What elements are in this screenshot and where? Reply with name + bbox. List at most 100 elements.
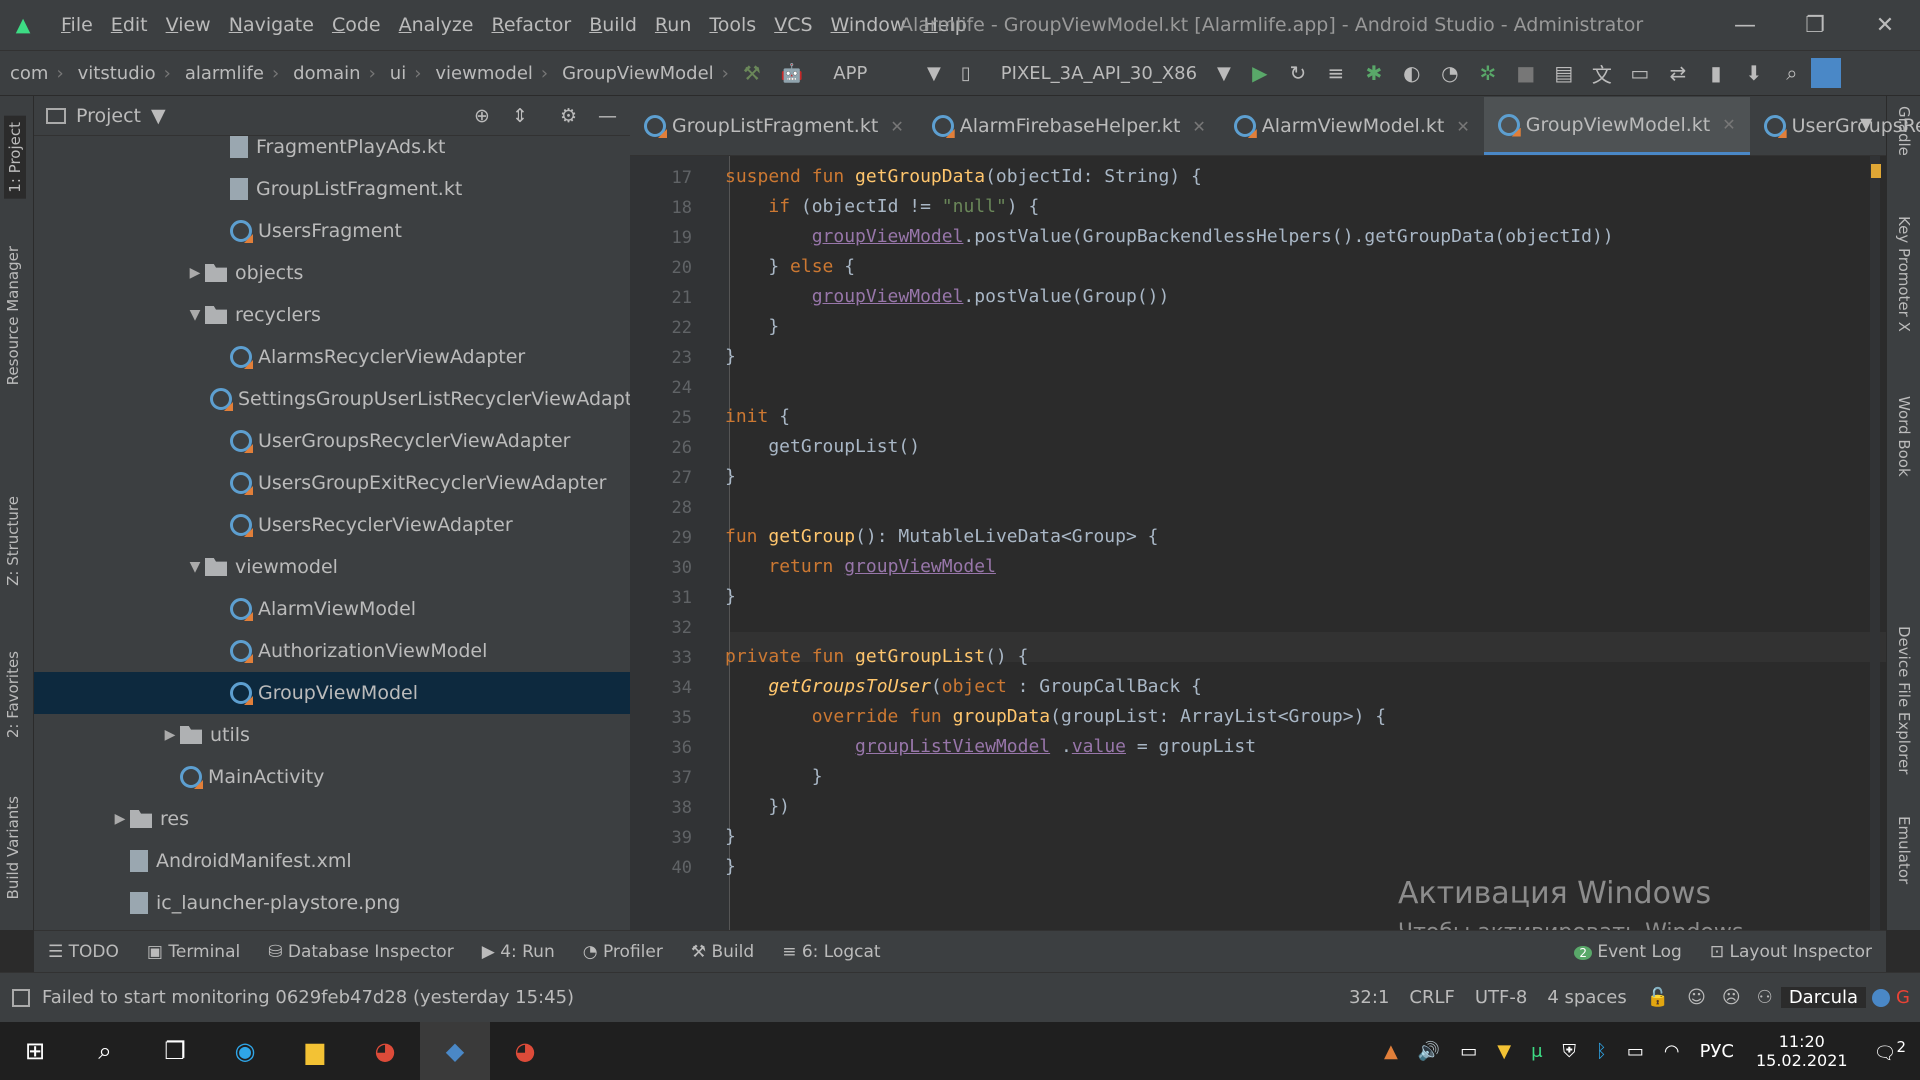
tree-item[interactable]: UserGroupsRecyclerViewAdapter (34, 420, 630, 462)
layout-inspector-tab[interactable]: ⊡ Layout Inspector (1696, 942, 1886, 962)
tree-item[interactable]: GroupViewModel (34, 672, 630, 714)
hammer-icon[interactable]: ⚒ (733, 54, 771, 92)
attach-debugger-icon[interactable]: ✲ (1469, 54, 1507, 92)
battery-icon[interactable]: ▭ (1617, 1041, 1654, 1062)
google-icon[interactable]: G (1896, 987, 1920, 1008)
code-line[interactable]: } else { (725, 256, 855, 277)
tree-expand-icon[interactable]: ▼ (185, 559, 205, 575)
chrome-icon[interactable]: ◕ (350, 1022, 420, 1080)
wifi-icon[interactable]: ◠ (1654, 1041, 1690, 1062)
tree-item[interactable]: UsersRecyclerViewAdapter (34, 504, 630, 546)
lock-icon[interactable]: 🔓 (1637, 987, 1679, 1008)
side-tab-key-promoter[interactable]: Key Promoter X (1895, 216, 1913, 332)
inspector-icon[interactable]: ⚇ (1749, 987, 1781, 1008)
code-line[interactable]: getGroupList() (725, 436, 920, 457)
happy-face-icon[interactable]: ☺ (1679, 987, 1714, 1008)
apply-code-icon[interactable]: ≡ (1317, 54, 1355, 92)
tree-item[interactable]: UsersFragment (34, 210, 630, 252)
tree-expand-icon[interactable]: ▼ (185, 307, 205, 323)
project-view-select[interactable]: Project (76, 105, 141, 127)
stop-icon[interactable]: ■ (1507, 54, 1545, 92)
editor-tab[interactable]: UserGroupsRecyclerVie (1750, 97, 1920, 155)
tabs-overflow-icon[interactable]: ▼ (1860, 114, 1872, 133)
tree-item[interactable]: ▼ recyclers (34, 294, 630, 336)
close-tab-icon[interactable]: ✕ (1456, 117, 1469, 136)
menu-navigate[interactable]: Navigate (220, 14, 323, 36)
tree-item[interactable]: ▶ objects (34, 252, 630, 294)
defender-icon[interactable]: ⛨ (1553, 1041, 1587, 1062)
build-tab[interactable]: ⚒ Build (677, 942, 768, 962)
sync-icon[interactable]: ⇄ (1659, 54, 1697, 92)
tree-item[interactable]: ic_launcher-playstore.png (34, 882, 630, 924)
volume-icon[interactable]: 🔊 (1408, 1041, 1450, 1062)
breadcrumb-item[interactable]: com (0, 63, 52, 84)
todo-tab[interactable]: ☰ TODO (34, 942, 133, 962)
tree-item[interactable]: MainActivity (34, 756, 630, 798)
side-tab-favorites[interactable]: 2: Favorites (4, 651, 22, 738)
tree-item[interactable]: UsersGroupExitRecyclerViewAdapter (34, 462, 630, 504)
coverage-icon[interactable]: ◐ (1393, 54, 1431, 92)
editor-scrollbar[interactable] (1870, 156, 1880, 930)
line-separator[interactable]: CRLF (1399, 987, 1464, 1008)
hide-panel-icon[interactable]: — (598, 105, 617, 127)
apply-changes-icon[interactable]: ↻ (1279, 54, 1317, 92)
tree-item[interactable]: AndroidManifest.xml (34, 840, 630, 882)
bluetooth-icon[interactable]: ᛒ (1586, 1041, 1617, 1062)
collapse-all-icon[interactable]: ⇕ (512, 105, 528, 127)
database-inspector-tab[interactable]: ⛁ Database Inspector (254, 942, 467, 962)
editor-tab[interactable]: GroupViewModel.kt ✕ (1483, 97, 1750, 155)
menu-file[interactable]: File (52, 14, 102, 36)
tree-item[interactable]: ▶ res (34, 798, 630, 840)
windows-start-icon[interactable]: ⊞ (0, 1022, 70, 1080)
code-line[interactable]: return groupViewModel (725, 556, 996, 577)
tree-expand-icon[interactable]: ▶ (160, 727, 180, 743)
tree-item[interactable]: SettingsGroupUserListRecyclerViewAdapte (34, 378, 630, 420)
user-avatar[interactable] (1810, 58, 1841, 88)
terminal-tab[interactable]: ▣ Terminal (133, 942, 254, 962)
logcat-tab[interactable]: ≡ 6: Logcat (768, 942, 894, 962)
breadcrumb-item[interactable]: viewmodel (425, 63, 537, 84)
editor-tab[interactable]: GroupListFragment.kt ✕ (630, 97, 918, 155)
run-icon[interactable]: ▶ (1241, 54, 1279, 92)
notifications-icon[interactable]: 🗨2 (1860, 1038, 1920, 1064)
menu-refactor[interactable]: Refactor (482, 14, 580, 36)
profile-icon[interactable]: ◔ (1431, 54, 1469, 92)
event-log-tab[interactable]: 2 Event Log (1560, 942, 1696, 962)
run-tab[interactable]: ▶ 4: Run (468, 942, 569, 962)
editor-tab[interactable]: AlarmFirebaseHelper.kt ✕ (918, 97, 1220, 155)
code-line[interactable]: } (725, 466, 736, 487)
sdk-manager-icon[interactable]: ⬇ (1735, 54, 1773, 92)
menu-build[interactable]: Build (580, 14, 646, 36)
tree-item[interactable]: ▶ utils (34, 714, 630, 756)
side-tab-project[interactable]: 1: Project (4, 116, 26, 199)
breadcrumb-item[interactable]: alarmlife (175, 63, 268, 84)
tree-item[interactable]: AuthorizationViewModel (34, 630, 630, 672)
tray-utorrent-icon[interactable]: μ (1521, 1041, 1552, 1062)
code-line[interactable]: } (725, 826, 736, 847)
menu-edit[interactable]: Edit (102, 14, 157, 36)
avd-manager-icon[interactable]: ▮ (1697, 54, 1735, 92)
code-line[interactable]: } (725, 856, 736, 877)
side-tab-resource-manager[interactable]: Resource Manager (4, 246, 22, 385)
locate-icon[interactable]: ⊕ (474, 105, 490, 127)
minimize-button[interactable]: — (1710, 0, 1780, 50)
code-line[interactable]: var groupListViewModel = MutableLiveData… (725, 156, 1386, 157)
code-line[interactable]: groupViewModel.postValue(GroupBackendles… (725, 226, 1614, 247)
menu-run[interactable]: Run (646, 14, 700, 36)
theme-indicator[interactable]: Darcula (1780, 987, 1867, 1008)
code-line[interactable]: } (725, 766, 823, 787)
breadcrumb-item[interactable]: vitstudio (68, 63, 160, 84)
breadcrumb-item[interactable]: ui (380, 63, 410, 84)
edge-icon[interactable]: ◉ (210, 1022, 280, 1080)
debug-icon[interactable]: ✱ (1355, 54, 1393, 92)
project-structure-icon[interactable]: ▤ (1545, 54, 1583, 92)
code-line[interactable]: } (725, 586, 736, 607)
close-tab-icon[interactable]: ✕ (1192, 117, 1205, 136)
code-line[interactable]: suspend fun getGroupData(objectId: Strin… (725, 166, 1202, 187)
code-editor[interactable]: 16 var groupListViewModel = MutableLiveDa… (630, 156, 1886, 930)
sad-face-icon[interactable]: ☹ (1714, 987, 1749, 1008)
code-line[interactable]: override fun groupData(groupList: ArrayL… (725, 706, 1386, 727)
side-tab-build-variants[interactable]: Build Variants (4, 796, 22, 899)
code-line[interactable]: groupListViewModel .value = groupList (725, 736, 1256, 757)
tree-item[interactable]: AlarmsRecyclerViewAdapter (34, 336, 630, 378)
